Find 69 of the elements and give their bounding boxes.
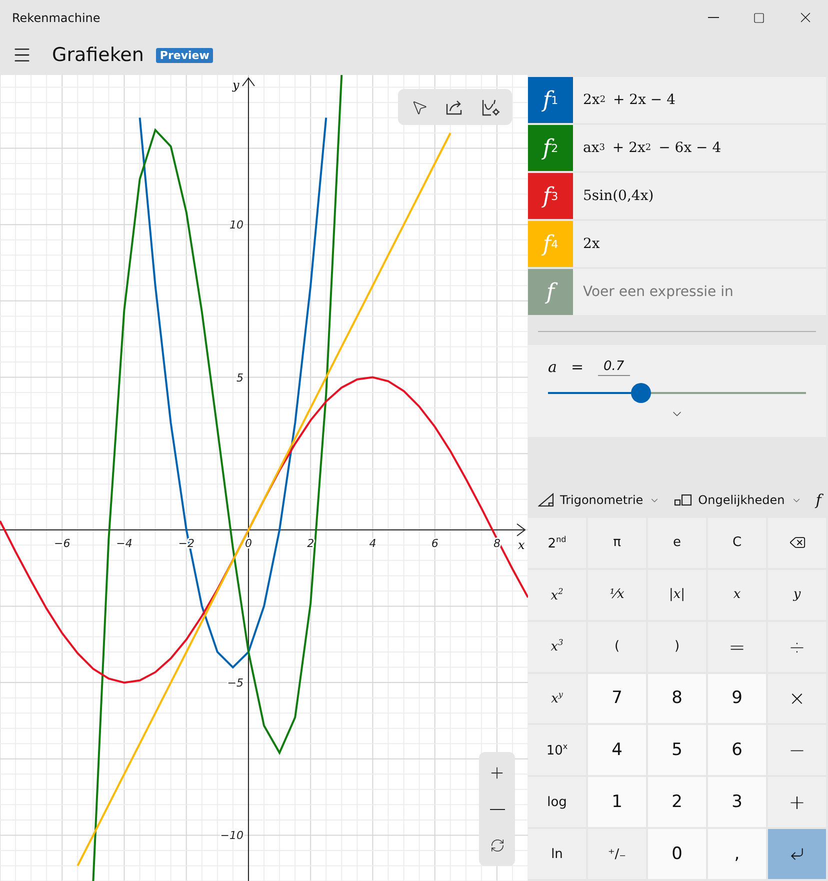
function-key[interactable]: x$^{y}$ xyxy=(528,674,586,724)
function-key[interactable]: x xyxy=(708,570,766,620)
digit-key[interactable]: 4 xyxy=(588,725,646,776)
function-key[interactable]: π xyxy=(588,518,646,568)
digit-key[interactable]: , xyxy=(708,829,766,879)
function-dropdown[interactable]: f xyxy=(816,491,822,509)
function-key[interactable]: |x| xyxy=(648,570,706,620)
function-key[interactable]: x$^{3}$ xyxy=(528,622,586,672)
maximize-icon xyxy=(753,12,765,24)
page-title: Grafieken xyxy=(52,44,144,66)
tick-label: 5 xyxy=(236,371,244,384)
squares-icon xyxy=(674,494,692,506)
digit-key[interactable]: 7 xyxy=(588,674,646,724)
function-key[interactable]: 10$^{x}$ xyxy=(528,725,586,776)
graph-settings-icon xyxy=(482,98,500,116)
function-key[interactable]: ( xyxy=(588,622,646,672)
digit-key[interactable]: 2 xyxy=(648,777,706,828)
variable-value-field[interactable]: 0.7 xyxy=(598,358,630,376)
function-expression[interactable]: 2x xyxy=(573,221,826,267)
triangle-icon xyxy=(538,493,554,507)
axis-label: y xyxy=(232,78,240,92)
function-key[interactable]: 2$^{nd}$ xyxy=(528,518,586,568)
tick-label: −10 xyxy=(220,829,244,842)
operator-key[interactable]: = xyxy=(708,622,766,672)
digit-key[interactable]: 9 xyxy=(708,674,766,724)
tick-label: 10 xyxy=(229,218,244,232)
function-expression[interactable]: ax$^{3}$ + 2x$^{2}$ − 6x − 4 xyxy=(573,125,826,171)
function-key[interactable]: y xyxy=(768,570,826,620)
function-key[interactable]: ¹⁄x xyxy=(588,570,646,620)
function-key[interactable]: ⁺/₋ xyxy=(588,829,646,879)
tick-label: 2 xyxy=(307,536,314,550)
function-key[interactable]: e xyxy=(648,518,706,568)
function-key[interactable]: x$^{2}$ xyxy=(528,570,586,620)
function-key[interactable]: log xyxy=(528,777,586,828)
function-key[interactable]: ln xyxy=(528,829,586,879)
operator-key[interactable]: ÷ xyxy=(768,622,826,672)
tick-label: −6 xyxy=(54,536,70,550)
category-dropdown[interactable]: Trigonometrie xyxy=(538,493,660,507)
operator-key[interactable]: × xyxy=(768,674,826,724)
digit-key[interactable]: 5 xyxy=(648,725,706,776)
tick-label: −5 xyxy=(227,676,244,690)
category-dropdown[interactable]: Ongelijkheden xyxy=(674,493,802,507)
preview-badge: Preview xyxy=(156,48,214,62)
digit-key[interactable]: 3 xyxy=(708,777,766,828)
digit-key[interactable]: 8 xyxy=(648,674,706,724)
equals-sign: = xyxy=(570,358,584,376)
pointer-icon xyxy=(410,98,428,116)
axis-label: x xyxy=(518,538,525,552)
function-expression[interactable]: 5sin(0,4x) xyxy=(573,173,826,219)
function-key[interactable]: ) xyxy=(648,622,706,672)
share-icon xyxy=(446,99,464,115)
tick-label: 4 xyxy=(369,536,376,550)
window-title: Rekenmachine xyxy=(12,10,102,24)
digit-key[interactable]: 1 xyxy=(588,777,646,828)
enter-icon xyxy=(789,846,805,862)
slider-thumb[interactable] xyxy=(630,383,651,403)
function-expression[interactable]: 2x$^{2}$ + 2x − 4 xyxy=(573,77,826,123)
tick-label: 6 xyxy=(431,536,438,550)
variable-name: a xyxy=(548,358,557,376)
tick-label: −4 xyxy=(116,536,132,550)
minimize-icon xyxy=(708,17,718,18)
function-key[interactable]: C xyxy=(708,518,766,568)
expression-input[interactable]: Voer een expressie in xyxy=(573,269,826,315)
operator-key[interactable]: − xyxy=(768,725,826,776)
operator-key[interactable]: + xyxy=(768,777,826,828)
minus-icon xyxy=(490,808,504,810)
digit-key[interactable]: 0 xyxy=(648,829,706,879)
refresh-icon xyxy=(490,838,504,852)
digit-key[interactable]: 6 xyxy=(708,725,766,776)
